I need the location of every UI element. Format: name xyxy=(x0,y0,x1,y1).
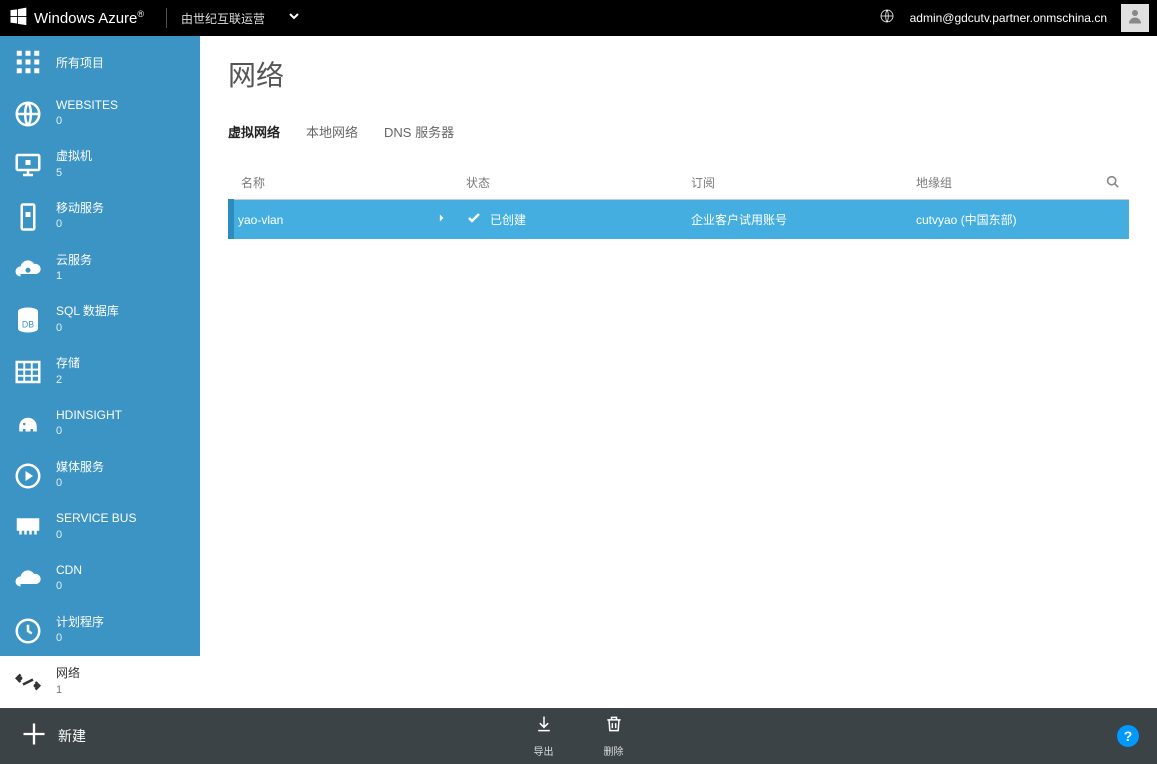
sidebar-item-count: 0 xyxy=(56,114,118,129)
col-subscription[interactable]: 订阅 xyxy=(681,166,906,200)
monitor-icon xyxy=(10,147,46,183)
operator-label: 由世纪互联运营 xyxy=(181,10,265,27)
search-icon xyxy=(1106,177,1119,191)
download-icon xyxy=(534,714,554,739)
footer: 新建 导出 删除 ? xyxy=(0,708,1157,764)
row-group: cutvyao (中国东部) xyxy=(906,200,1129,240)
clock-icon xyxy=(10,613,46,649)
sidebar-item-count: 1 xyxy=(56,269,92,284)
sidebar-item-label: 计划程序 xyxy=(56,615,104,629)
sidebar-item-count: 0 xyxy=(56,321,119,336)
check-icon xyxy=(466,210,482,229)
tab-virtual-network[interactable]: 虚拟网络 xyxy=(228,116,280,147)
sidebar-item-count: 5 xyxy=(56,166,92,181)
sidebar-item-count: 0 xyxy=(56,579,82,594)
sidebar-item-sql[interactable]: DB SQL 数据库 0 xyxy=(0,294,200,346)
col-search[interactable] xyxy=(1096,166,1129,200)
sidebar-item-vm[interactable]: 虚拟机 5 xyxy=(0,139,200,191)
sidebar-item-label: 存储 xyxy=(56,356,80,370)
sidebar-item-count: 0 xyxy=(56,476,104,491)
network-table: 名称 状态 订阅 地缘组 yao-vlan 已创建 企业客户试用账号 cutvy… xyxy=(228,166,1129,239)
row-subscription: 企业客户试用账号 xyxy=(681,200,906,240)
sidebar-item-label: 媒体服务 xyxy=(56,460,104,474)
export-label: 导出 xyxy=(534,743,554,758)
sidebar-item-label: 虚拟机 xyxy=(56,149,92,163)
sidebar-item-media[interactable]: 媒体服务 0 xyxy=(0,450,200,502)
product-name: Windows Azure® xyxy=(34,9,144,27)
sidebar-item-label: 移动服务 xyxy=(56,201,104,215)
windows-icon xyxy=(8,6,28,31)
sidebar-item-network[interactable]: 网络 1 xyxy=(0,656,200,708)
row-status: 已创建 xyxy=(490,211,526,228)
plus-icon xyxy=(20,720,48,753)
person-icon xyxy=(1126,7,1144,30)
header: Windows Azure® 由世纪互联运营 admin@gdcutv.part… xyxy=(0,0,1157,36)
sidebar-item-cloud[interactable]: 云服务 1 xyxy=(0,243,200,295)
play-icon xyxy=(10,458,46,494)
sidebar-item-count: 0 xyxy=(56,424,122,439)
cloud-icon xyxy=(10,561,46,597)
sidebar-item-count: 0 xyxy=(56,528,136,543)
col-name[interactable]: 名称 xyxy=(231,166,456,200)
tab-local-network[interactable]: 本地网络 xyxy=(306,116,358,147)
table-icon xyxy=(10,354,46,390)
sidebar-item-count: 1 xyxy=(56,683,80,698)
sidebar-item-label: 云服务 xyxy=(56,253,92,267)
export-button[interactable]: 导出 xyxy=(534,714,554,758)
user-email[interactable]: admin@gdcutv.partner.onmschina.cn xyxy=(910,11,1107,25)
sidebar-item-label: SERVICE BUS xyxy=(56,511,136,525)
sidebar-item-scheduler[interactable]: 计划程序 0 xyxy=(0,605,200,657)
chevron-down-icon xyxy=(288,9,300,27)
sidebar-item-label: 所有项目 xyxy=(56,56,104,70)
grid-icon xyxy=(10,44,46,80)
mobile-icon xyxy=(10,199,46,235)
elephant-icon xyxy=(10,406,46,442)
globe-icon xyxy=(879,8,895,29)
col-status[interactable]: 状态 xyxy=(456,166,681,200)
database-icon: DB xyxy=(10,302,46,338)
header-user: admin@gdcutv.partner.onmschina.cn xyxy=(872,0,1157,36)
divider xyxy=(166,8,167,28)
sidebar-item-label: SQL 数据库 xyxy=(56,304,119,318)
sidebar-item-count: 0 xyxy=(56,631,104,646)
sidebar-item-count: 0 xyxy=(56,217,104,232)
sidebar-item-mobile[interactable]: 移动服务 0 xyxy=(0,191,200,243)
avatar[interactable] xyxy=(1121,4,1149,32)
svg-text:DB: DB xyxy=(22,320,34,330)
tab-dns-server[interactable]: DNS 服务器 xyxy=(384,116,454,147)
network-icon xyxy=(10,664,46,700)
language-button[interactable] xyxy=(872,8,902,29)
col-group[interactable]: 地缘组 xyxy=(906,166,1096,200)
bus-icon xyxy=(10,509,46,545)
tabs: 虚拟网络 本地网络 DNS 服务器 xyxy=(228,116,1129,148)
delete-button[interactable]: 删除 xyxy=(604,714,624,758)
expand-dropdown[interactable] xyxy=(279,0,309,36)
sidebar-item-label: WEBSITES xyxy=(56,98,118,112)
new-label: 新建 xyxy=(58,726,86,746)
sidebar-item-websites[interactable]: WEBSITES 0 xyxy=(0,88,200,140)
table-row[interactable]: yao-vlan 已创建 企业客户试用账号 cutvyao (中国东部) xyxy=(231,200,1129,240)
sidebar-item-cdn[interactable]: CDN 0 xyxy=(0,553,200,605)
sidebar-item-storage[interactable]: 存储 2 xyxy=(0,346,200,398)
arrow-right-icon[interactable] xyxy=(432,211,446,228)
sidebar: 所有项目 WEBSITES 0 虚拟机 5 移动服务 0 云服务 1 DB SQL 数据… xyxy=(0,36,200,708)
delete-label: 删除 xyxy=(604,743,624,758)
sidebar-item-label: CDN xyxy=(56,563,82,577)
sidebar-item-hdinsight[interactable]: HDINSIGHT 0 xyxy=(0,398,200,450)
new-button[interactable]: 新建 xyxy=(0,708,106,764)
sidebar-item-label: 网络 xyxy=(56,666,80,680)
page-title: 网络 xyxy=(228,54,1129,94)
sidebar-item-all[interactable]: 所有项目 xyxy=(0,36,200,88)
product-logo[interactable]: Windows Azure® xyxy=(0,0,152,36)
globe-icon xyxy=(10,96,46,132)
sidebar-item-count: 2 xyxy=(56,373,80,388)
sidebar-item-servicebus[interactable]: SERVICE BUS 0 xyxy=(0,501,200,553)
sidebar-item-label: HDINSIGHT xyxy=(56,408,122,422)
row-name: yao-vlan xyxy=(238,213,283,227)
main-content: 网络 虚拟网络 本地网络 DNS 服务器 名称 状态 订阅 地缘组 yao-vl… xyxy=(200,36,1157,708)
trash-icon xyxy=(604,714,624,739)
cloud-gear-icon xyxy=(10,251,46,287)
help-button[interactable]: ? xyxy=(1117,725,1139,747)
